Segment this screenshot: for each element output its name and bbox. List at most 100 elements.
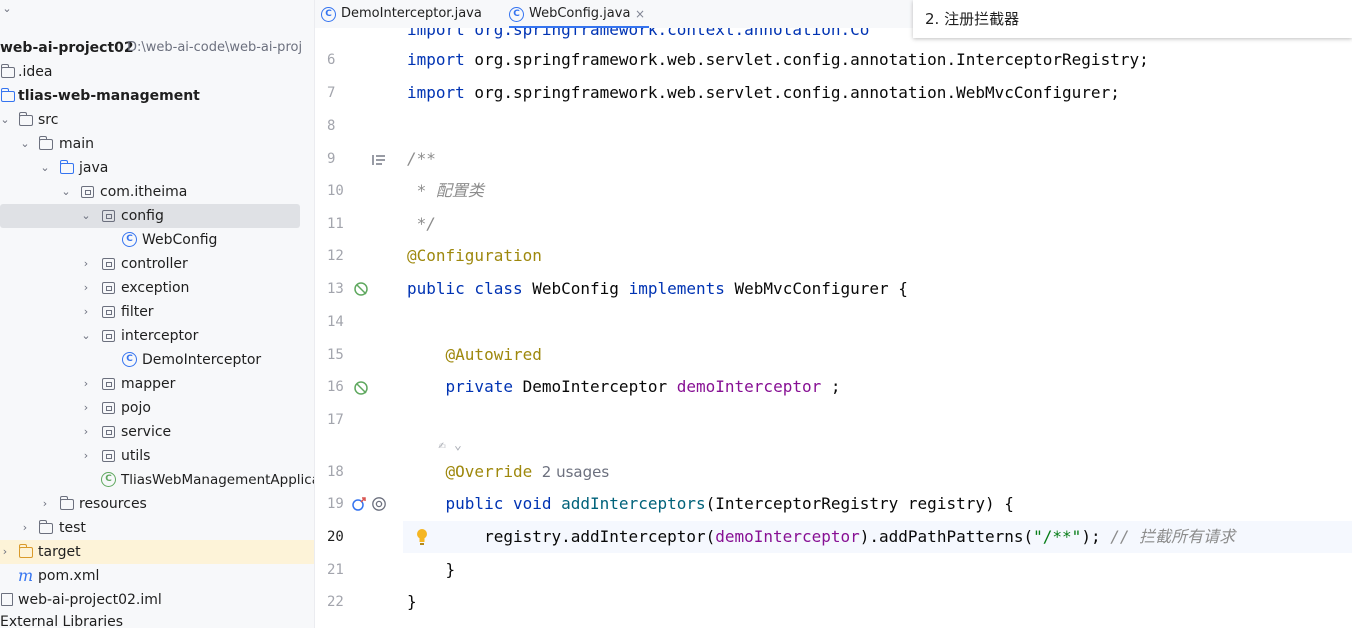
doc-comment-toggle-icon[interactable] <box>371 152 387 168</box>
chevron-right-icon[interactable]: › <box>81 281 91 295</box>
code-keyword: public void <box>407 494 552 513</box>
chevron-down-icon[interactable]: ⌄ <box>0 113 10 127</box>
code-line-11: */ <box>407 214 436 233</box>
tree-item-module[interactable]: tlias-web-management <box>0 84 314 108</box>
close-icon[interactable]: × <box>635 0 645 28</box>
code-line-15: @Autowired <box>407 345 542 364</box>
tree-item-application[interactable]: C TliasWebManagementApplica <box>0 468 314 492</box>
tree-label: web-ai-project02.iml <box>18 592 162 608</box>
usages-hint[interactable]: 2 usages <box>532 463 609 481</box>
tree-item-demointerceptor[interactable]: C DemoInterceptor <box>0 348 314 372</box>
tree-item-exception[interactable]: › exception <box>0 276 314 300</box>
package-icon <box>101 207 117 225</box>
package-icon <box>101 327 117 345</box>
spring-autowired-icon[interactable] <box>353 380 369 396</box>
code-line-5: import org.springframework.context.annot… <box>407 28 869 40</box>
chevron-right-icon[interactable]: › <box>0 545 10 559</box>
chevron-right-icon[interactable]: › <box>81 425 91 439</box>
line-number: 12 <box>327 248 344 264</box>
spring-bean-icon[interactable] <box>353 281 369 297</box>
tree-label: DemoInterceptor <box>142 352 262 368</box>
code-line-18: @Override 2 usages <box>407 462 610 482</box>
tab-webconfig[interactable]: C WebConfig.java × <box>509 0 649 28</box>
code-field: demoInterceptor <box>676 377 822 396</box>
tree-item-mapper[interactable]: › mapper <box>0 372 314 396</box>
chevron-right-icon[interactable]: › <box>81 257 91 271</box>
tree-label: mapper <box>121 376 176 392</box>
folder-icon <box>38 135 54 153</box>
code-line-20: registry.addInterceptor(demoInterceptor)… <box>407 527 1235 547</box>
tab-demointerceptor[interactable]: C DemoInterceptor.java <box>321 0 496 28</box>
tree-item-java[interactable]: ⌄ java <box>0 156 314 180</box>
package-icon <box>101 255 117 273</box>
line-number: 14 <box>327 314 344 330</box>
code-keyword: public class <box>407 279 523 298</box>
code-line-6: import org.springframework.web.servlet.c… <box>407 50 1149 70</box>
line-number: 15 <box>327 347 344 363</box>
line-number: 11 <box>327 216 344 232</box>
tree-item-config[interactable]: ⌄ config <box>0 204 300 228</box>
chevron-down-icon[interactable]: ⌄ <box>20 137 30 151</box>
tree-item-idea[interactable]: .idea <box>0 60 314 84</box>
tree-label: src <box>38 112 59 128</box>
package-icon <box>101 423 117 441</box>
code-line-16: private DemoInterceptor demoInterceptor … <box>407 377 841 397</box>
tree-item-pom[interactable]: m pom.xml <box>0 564 314 588</box>
spring-boot-class-icon: C <box>101 471 117 489</box>
tree-item-src[interactable]: ⌄ src <box>0 108 314 132</box>
tree-item-utils[interactable]: › utils <box>0 444 314 468</box>
tree-label: interceptor <box>121 328 199 344</box>
tree-item-iml[interactable]: web-ai-project02.iml <box>0 588 314 612</box>
tree-header[interactable]: ⌄ <box>0 0 314 22</box>
chevron-right-icon[interactable]: › <box>40 497 50 511</box>
chevron-down-icon[interactable]: ⌄ <box>61 185 71 199</box>
tree-item-project-root[interactable]: web-ai-project02 D:\web-ai-code\web-ai-p… <box>0 36 314 60</box>
code-line-19: public void addInterceptors(InterceptorR… <box>407 494 1014 514</box>
chevron-right-icon[interactable]: › <box>81 449 91 463</box>
tree-label: External Libraries <box>0 614 123 628</box>
chevron-right-icon[interactable]: › <box>81 305 91 319</box>
tree-item-main[interactable]: ⌄ main <box>0 132 314 156</box>
tree-item-target[interactable]: › target <box>0 540 314 564</box>
tree-item-pojo[interactable]: › pojo <box>0 396 314 420</box>
tree-item-external-libraries[interactable]: External Libraries <box>0 610 314 628</box>
project-path: D:\web-ai-code\web-ai-proj <box>127 40 303 55</box>
code-text: org.springframework.web.servlet.config.a… <box>464 50 1149 69</box>
tree-item-webconfig[interactable]: C WebConfig <box>0 228 314 252</box>
tree-item-interceptor[interactable]: ⌄ interceptor <box>0 324 314 348</box>
folder-icon <box>18 111 34 129</box>
class-icon: C <box>321 7 336 22</box>
line-number: 9 <box>327 151 336 167</box>
tree-item-resources[interactable]: › resources <box>0 492 314 516</box>
code-editor[interactable]: 6 7 8 9 10 11 12 13 14 15 16 17 18 19 20… <box>315 28 1352 628</box>
chevron-right-icon[interactable]: › <box>81 377 91 391</box>
code-keyword: import <box>407 50 465 69</box>
chevron-down-icon[interactable]: ⌄ <box>81 329 91 343</box>
chevron-down-icon[interactable]: ⌄ <box>40 161 50 175</box>
source-folder-icon <box>59 159 75 177</box>
code-text: org.springframework.web.servlet.config.a… <box>464 83 1120 102</box>
tree-label: TliasWebManagementApplica <box>121 472 315 488</box>
chevron-down-icon[interactable]: ⌄ <box>2 2 12 16</box>
code-keyword: import <box>407 83 465 102</box>
ai-assistant-hint[interactable]: ✍ ⌄ <box>407 436 462 456</box>
override-annotation-icon[interactable] <box>371 496 387 512</box>
code-text: DemoInterceptor <box>512 377 677 396</box>
code-line-7: import org.springframework.web.servlet.c… <box>407 83 1120 103</box>
resources-folder-icon <box>59 495 75 513</box>
chevron-right-icon[interactable]: › <box>81 401 91 415</box>
chevron-down-icon[interactable]: ⌄ <box>81 209 91 223</box>
class-icon: C <box>122 351 138 369</box>
project-tree: ⌄ web-ai-project02 D:\web-ai-code\web-ai… <box>0 0 315 628</box>
chevron-right-icon[interactable]: › <box>20 521 30 535</box>
tree-item-controller[interactable]: › controller <box>0 252 314 276</box>
tree-item-service[interactable]: › service <box>0 420 314 444</box>
tree-item-package[interactable]: ⌄ com.itheima <box>0 180 314 204</box>
class-icon: C <box>509 7 524 22</box>
implements-method-icon[interactable] <box>351 496 367 512</box>
file-icon <box>0 591 16 609</box>
code-text: ).addPathPatterns( <box>859 527 1034 546</box>
tree-item-filter[interactable]: › filter <box>0 300 314 324</box>
tree-label: .idea <box>18 64 53 80</box>
tree-item-test[interactable]: › test <box>0 516 314 540</box>
